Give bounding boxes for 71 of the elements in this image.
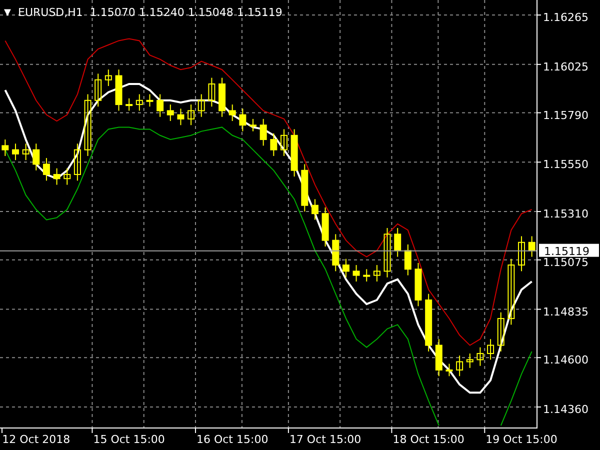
candle: [487, 338, 494, 360]
candle: [42, 158, 50, 182]
candle: [466, 353, 474, 368]
candle: [404, 244, 412, 276]
candle: [166, 104, 174, 122]
candle: [198, 94, 205, 118]
ref-line-label: 1.15119: [544, 244, 590, 258]
price-axis-label: 1.16025: [543, 60, 588, 74]
chart-header: EURUSD,H1 1.15070 1.15240 1.15048 1.15119: [18, 6, 282, 19]
candle: [332, 234, 340, 272]
candle: [508, 258, 515, 326]
candle: [414, 262, 422, 307]
candle: [497, 312, 504, 352]
time-axis-label: 17 Oct 15:00: [289, 433, 362, 446]
candle: [435, 338, 442, 377]
candle: [301, 164, 308, 212]
candle: [115, 69, 122, 112]
price-axis-label: 1.16265: [543, 11, 588, 24]
candle: [188, 104, 195, 126]
candle: [94, 73, 102, 108]
candle: [518, 236, 525, 272]
time-axis-label: 12 Oct 2018: [2, 433, 70, 446]
candle: [228, 104, 236, 122]
candle: [260, 118, 267, 146]
candle: [425, 293, 432, 352]
candle: [384, 228, 391, 278]
candle: [64, 168, 71, 186]
time-axis-label: 16 Oct 15:00: [196, 433, 268, 446]
candle: [280, 128, 288, 156]
price-axis-label: 1.15790: [543, 108, 588, 122]
candle: [177, 108, 184, 126]
price-axis-label: 1.14600: [543, 354, 588, 367]
price-axis-label: 1.15075: [543, 256, 588, 269]
candle: [84, 94, 92, 156]
time-axis-label: 18 Oct 15:00: [392, 433, 464, 446]
candle: [446, 363, 453, 377]
candle: [22, 143, 30, 161]
candle: [363, 268, 370, 282]
menu-glyph[interactable]: ▼: [4, 8, 11, 18]
time-axis-label: 19 Oct 15:00: [486, 433, 558, 446]
candle: [146, 94, 154, 108]
candle: [373, 264, 380, 282]
candle: [456, 355, 464, 377]
candle: [74, 143, 81, 182]
candle: [32, 143, 40, 171]
candle: [104, 69, 112, 86]
candle: [290, 128, 298, 178]
candle: [476, 346, 484, 366]
time-axis-label: 15 Oct 15:00: [93, 433, 165, 446]
candle: [136, 94, 143, 112]
candle: [126, 98, 133, 112]
candle: [208, 77, 216, 108]
candle: [394, 228, 402, 258]
candle: [53, 168, 60, 186]
candle: [342, 258, 350, 278]
candle: [270, 132, 278, 156]
candle: [2, 139, 9, 156]
price-axis-label: 1.14360: [543, 403, 588, 416]
price-axis-label: 1.15550: [543, 158, 588, 172]
candle: [218, 77, 226, 118]
candle: [311, 198, 318, 220]
current-price-label: 1.15119: [539, 244, 599, 258]
candle: [528, 236, 536, 258]
candle: [322, 206, 329, 247]
candle: [239, 108, 246, 132]
candle: [250, 118, 256, 132]
price-axis-label: 1.14835: [543, 305, 588, 318]
candle: [352, 264, 360, 282]
candle: [12, 143, 19, 161]
candle: [156, 94, 164, 118]
price-axis-label: 1.15310: [543, 208, 588, 221]
